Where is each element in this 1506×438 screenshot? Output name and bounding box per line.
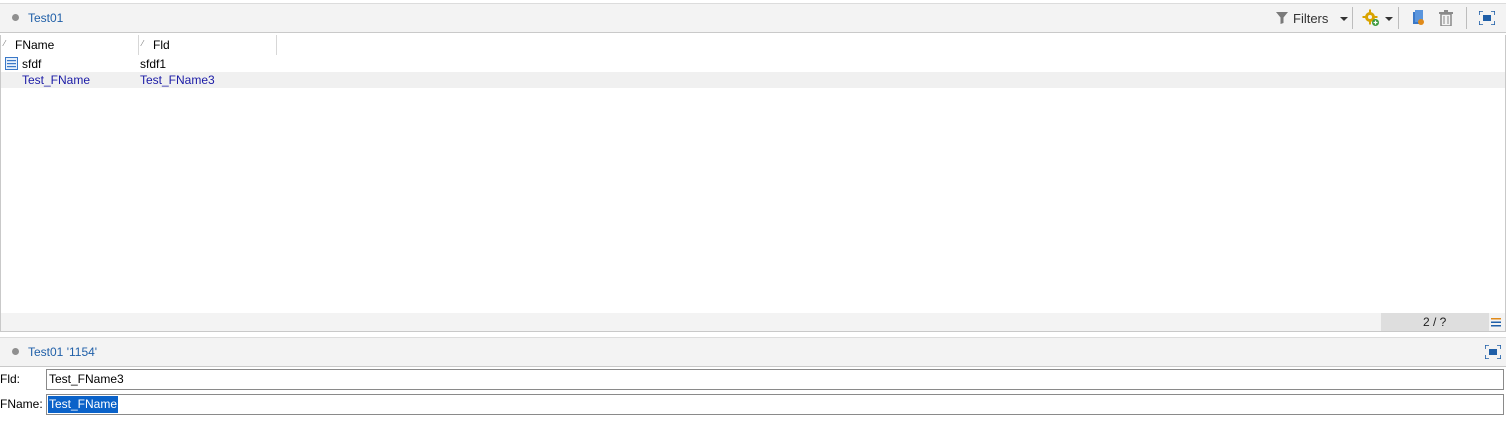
column-header-fname[interactable]: ⁄ FName — [1, 35, 139, 55]
menu-icon[interactable] — [1491, 317, 1501, 327]
maximize-icon — [1485, 345, 1501, 359]
trash-icon — [1439, 10, 1453, 26]
selected-text: Test_FName — [48, 396, 119, 413]
toolbar-divider — [1398, 7, 1399, 29]
fname-field[interactable]: Test_FName — [46, 394, 1504, 415]
gear-add-button[interactable] — [1360, 6, 1394, 30]
cell-fld: sfdf1 — [140, 57, 167, 71]
panel-bullet-icon — [12, 348, 19, 355]
list-panel-header: Test01 Filters — [0, 3, 1506, 33]
field-label: Fld: — [0, 372, 21, 386]
column-label: Fld — [153, 38, 170, 52]
filter-icon — [1276, 12, 1288, 24]
list-panel: Test01 Filters ⁄ FName ⁄ Fld sfdf sfdf1 … — [0, 0, 1506, 332]
fld-field[interactable]: Test_FName3 — [46, 369, 1504, 390]
record-count-label: 2 / ? — [1423, 315, 1447, 329]
detail-panel: Test01 '1154' Fld: Test_FName3 FName: Te… — [0, 337, 1506, 438]
gear-add-icon — [1362, 9, 1379, 26]
app-window: Test01 Filters ⁄ FName ⁄ Fld sfdf sfdf1 … — [0, 0, 1506, 438]
column-header-fld[interactable]: ⁄ Fld — [139, 35, 277, 55]
panel-title[interactable]: Test01 — [28, 11, 63, 25]
cell-fld: Test_FName3 — [140, 73, 215, 87]
table-row-icon — [5, 57, 18, 70]
cell-fname: Test_FName — [22, 73, 91, 87]
document-new-icon — [1413, 10, 1424, 25]
detail-panel-header: Test01 '1154' — [0, 337, 1506, 367]
panel-bullet-icon — [12, 14, 19, 21]
chevron-down-icon[interactable] — [1385, 17, 1393, 21]
maximize-button[interactable] — [1476, 6, 1498, 30]
sort-icon: ⁄ — [142, 39, 144, 48]
table-row[interactable]: Test_FName Test_FName3 — [1, 72, 1505, 88]
toolbar-divider — [1352, 7, 1353, 29]
column-label: FName — [15, 38, 55, 52]
form-row-fld: Fld: Test_FName3 — [0, 369, 1506, 391]
form-row-fname: FName: Test_FName — [0, 394, 1506, 416]
filters-label: Filters — [1293, 11, 1329, 26]
status-bar: 2 / ? — [1, 313, 1505, 332]
records-table: ⁄ FName ⁄ Fld sfdf sfdf1 Test_FName Test… — [0, 35, 1506, 332]
table-row[interactable]: sfdf sfdf1 — [1, 56, 1505, 72]
field-label: FName: — [0, 397, 43, 411]
sort-icon: ⁄ — [4, 39, 6, 48]
cell-fname: sfdf — [22, 57, 42, 71]
toolbar-divider — [1466, 7, 1467, 29]
maximize-icon — [1479, 11, 1495, 25]
toolbar: Filters — [1276, 4, 1506, 32]
record-count: 2 / ? — [1381, 313, 1489, 331]
new-record-button[interactable] — [1408, 6, 1428, 30]
delete-button[interactable] — [1436, 6, 1456, 30]
panel-title[interactable]: Test01 '1154' — [28, 345, 97, 359]
chevron-down-icon[interactable] — [1340, 17, 1348, 21]
filters-button[interactable]: Filters — [1276, 6, 1352, 30]
maximize-button[interactable] — [1482, 340, 1504, 364]
